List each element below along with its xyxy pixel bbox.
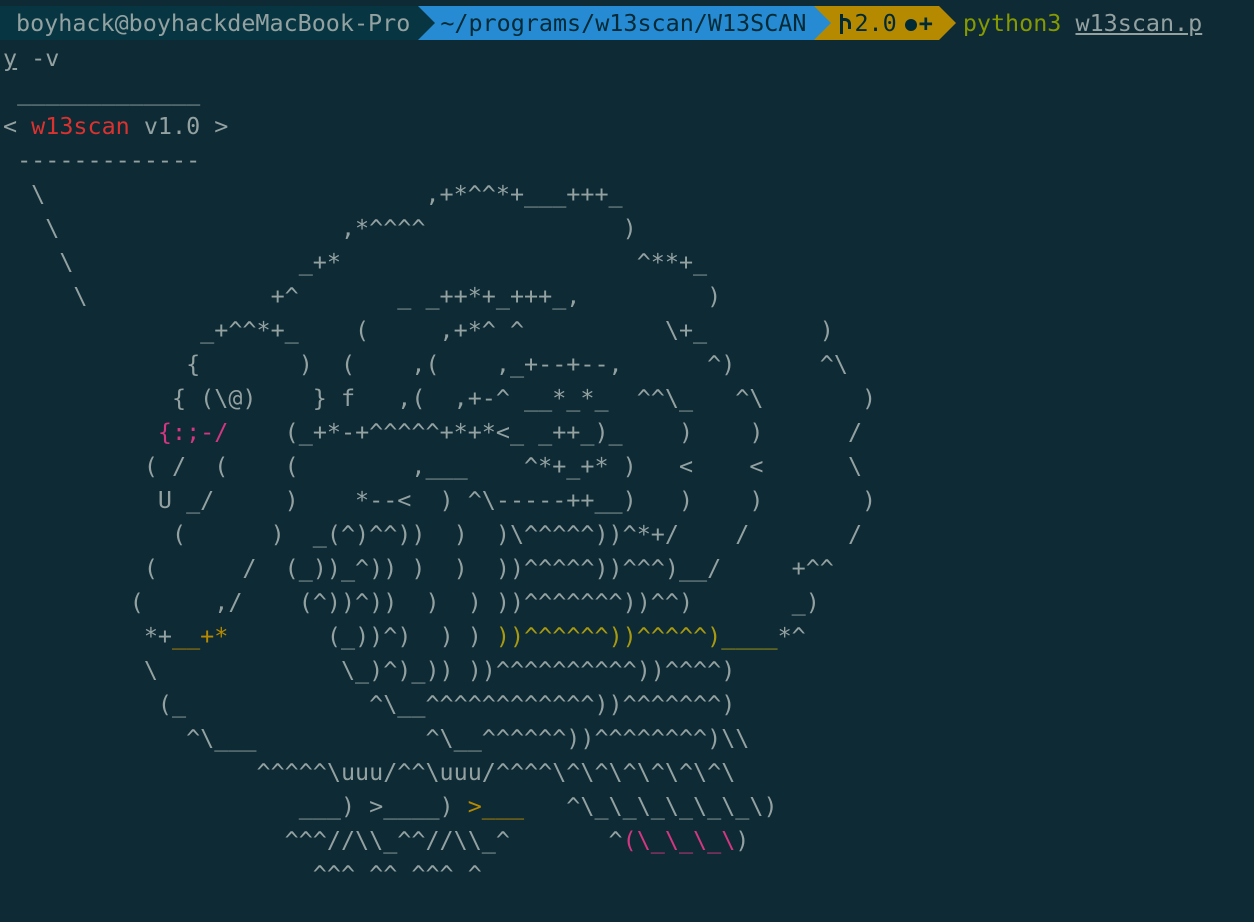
dirty-circle-icon	[904, 19, 917, 31]
banner-name: w13scan	[31, 112, 130, 140]
banner-bottom-border: -------------	[3, 146, 201, 174]
ascii-art-line: ( / ( ( ,___ ^*+_+* ) < < \	[3, 452, 863, 480]
prompt-user-host-segment: boyhack@boyhackdeMacBook-Pro	[0, 6, 436, 40]
ascii-art-segment: ^^^//\\_^^//\\_^ ^	[3, 826, 623, 854]
ascii-art-line: ^\___ ^\__^^^^^^))^^^^^^^^)\\	[3, 724, 750, 752]
ascii-art-segment: *^	[777, 622, 806, 650]
ascii-art-line: \ +^ _ _++*+_+++_, )	[3, 282, 722, 310]
command-argument: w13scan.p	[1075, 9, 1203, 37]
ascii-art-segment: ___) >____)	[3, 792, 468, 820]
prompt-path: ~/programs/w13scan/W13SCAN	[440, 9, 807, 37]
ascii-art-face: {:;-/	[157, 418, 229, 446]
ascii-art-segment-pink: (\_\_\_\	[622, 826, 736, 854]
ascii-art-segment: (_))^) ) )	[228, 622, 496, 650]
ascii-art-line: \ ,+*^^*+___+++_	[3, 180, 623, 208]
ascii-art-segment: )	[735, 826, 750, 854]
command-argument-wrap: y	[3, 44, 18, 72]
ascii-art-line: *+__+* (_))^) ) ) ))^^^^^^))^^^^^)____*^	[3, 619, 806, 653]
ascii-art-line: _+^^*+_ ( ,+*^ ^ \+_ )	[3, 316, 834, 344]
ascii-art-segment-yellow: __+*	[172, 622, 229, 650]
ascii-art-segment-olive: ))^^^^^^))^^^^^)____	[495, 622, 778, 650]
prompt-git-segment: 2.0 +	[814, 6, 956, 40]
ascii-art-line: ^^^//\\_^^//\\_^ ^(\_\_\_\)	[3, 823, 750, 857]
ascii-art-segment-yellow: >___	[467, 792, 525, 820]
prompt-git-branch: 2.0	[854, 9, 897, 37]
banner-top-border: _____________	[3, 78, 201, 106]
ascii-art-line: { ) ( ,( ,_+--+--, ^) ^\	[3, 350, 848, 378]
segment-separator-icon	[814, 6, 832, 40]
prompt-path-segment: ~/programs/w13scan/W13SCAN	[418, 6, 832, 40]
banner-version: v1.0	[129, 112, 201, 140]
ascii-art-line: ( / (_))_^)) ) ) ))^^^^^))^^^)__/ +^^	[3, 554, 834, 582]
ascii-art-line: {:;-/ (_+*-+^^^^^+*+*<_ _++_)_ ) ) /	[3, 415, 862, 449]
ascii-art-line: ^^^ ^^ ^^^ ^	[3, 860, 482, 888]
command-wrap-line: y -v	[3, 41, 59, 75]
segment-separator-icon	[418, 6, 436, 40]
ascii-art-segment: ^\_\_\_\_\_\_\)	[524, 792, 778, 820]
ascii-art-segment: *+	[3, 622, 172, 650]
ascii-art-line: (_ ^\__^^^^^^^^^^^^))^^^^^^^)	[3, 690, 736, 718]
ascii-art-line: { (\@) } f ,( ,+-^ __*_*_ ^^\_ ^\ )	[3, 384, 877, 412]
ascii-art-line: ^^^^^\uuu/^^\uuu/^^^^\^\^\^\^\^\^\	[3, 758, 736, 786]
ascii-art-line: \ _+* ^**+_	[3, 248, 708, 276]
ascii-art-line: \ ,*^^^^ )	[3, 214, 637, 242]
terminal-window[interactable]: boyhack@boyhackdeMacBook-Pro ~/programs/w…	[0, 0, 1254, 922]
ascii-art-line: ( ) _(^)^^)) ) )\^^^^^))^*+/ / /	[3, 520, 863, 548]
ascii-art-segment: (_+*-+^^^^^+*+*<_ _++_)_ ) ) /	[228, 418, 863, 446]
ascii-art-line: U _/ ) *--< ) ^\-----++__) ) ) )	[3, 486, 877, 514]
ascii-art-line: \ \_)^)_)) ))^^^^^^^^^^))^^^^)	[3, 656, 736, 684]
plus-icon: +	[918, 9, 933, 37]
command-flag: -v	[17, 44, 60, 72]
shell-prompt: boyhack@boyhackdeMacBook-Pro ~/programs/w…	[0, 6, 1202, 40]
git-branch-icon	[836, 14, 852, 34]
banner-close: >	[200, 112, 229, 140]
ascii-art-segment	[3, 418, 158, 446]
prompt-user-host: boyhack@boyhackdeMacBook-Pro	[16, 9, 411, 37]
banner-open: <	[3, 112, 32, 140]
command-name: python3	[962, 9, 1062, 37]
ascii-art-line: ( ,/ (^))^)) ) ) ))^^^^^^^))^^) _)	[3, 588, 820, 616]
segment-separator-icon	[938, 6, 956, 40]
banner-title: < w13scan v1.0 >	[3, 109, 228, 143]
ascii-art-line: ___) >____) >___ ^\_\_\_\_\_\_\)	[3, 789, 778, 823]
